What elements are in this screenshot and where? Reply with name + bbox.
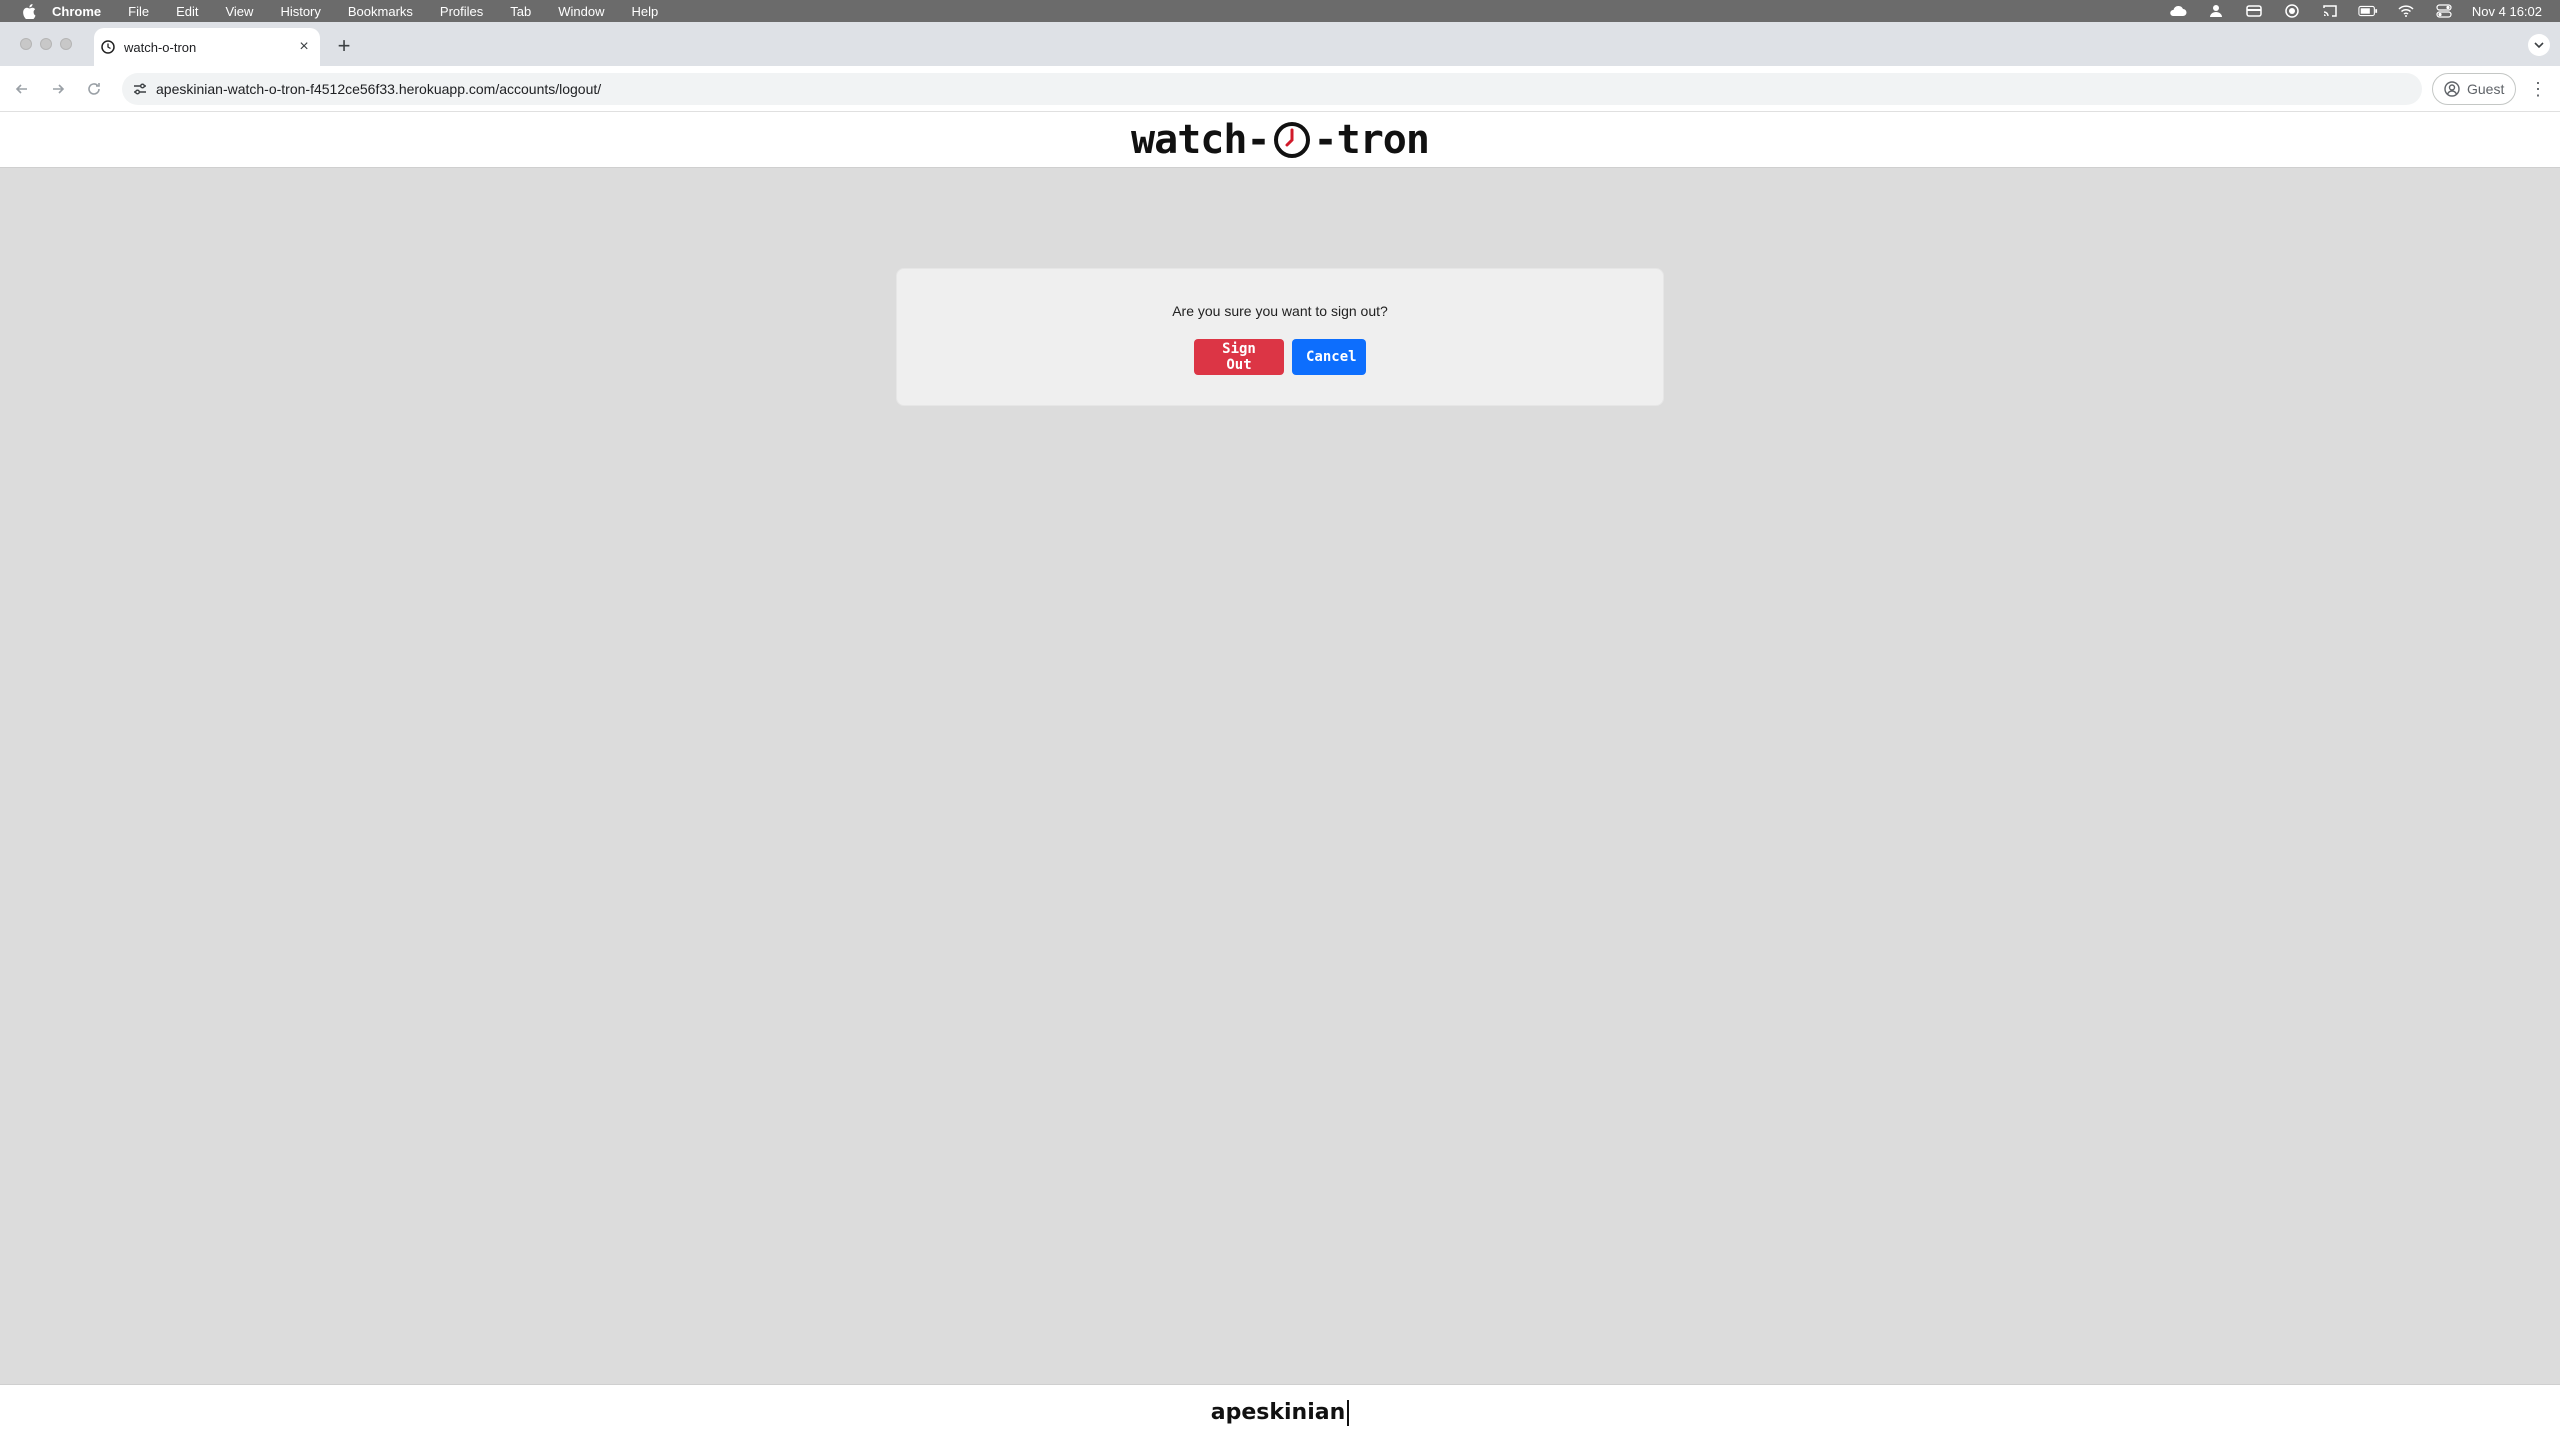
site-footer: apeskinian: [0, 1384, 2560, 1440]
footer-username: apeskinian: [1210, 1399, 1350, 1426]
profile-label: Guest: [2467, 81, 2505, 97]
tab-title: watch-o-tron: [124, 39, 197, 55]
apple-icon[interactable]: [20, 2, 38, 20]
cancel-button[interactable]: Cancel: [1292, 339, 1366, 375]
minimize-window-button[interactable]: [40, 38, 52, 50]
menu-edit[interactable]: Edit: [176, 4, 198, 19]
site-header: watch- -tron: [0, 112, 2560, 168]
dialog-actions: Sign Out Cancel: [897, 339, 1663, 375]
new-tab-icon[interactable]: +: [332, 33, 356, 58]
record-icon[interactable]: [2282, 4, 2302, 18]
zoom-window-button[interactable]: [60, 38, 72, 50]
logo-text-left: watch-: [1131, 116, 1270, 163]
signout-confirm-card: Are you sure you want to sign out? Sign …: [896, 268, 1664, 406]
sign-out-button[interactable]: Sign Out: [1194, 339, 1284, 375]
user-cloud-icon[interactable]: [2206, 4, 2226, 18]
browser-tab-strip: watch-o-tron × +: [0, 22, 2560, 66]
clock-favicon-icon: [100, 39, 116, 55]
logo-text-right: -tron: [1313, 116, 1430, 163]
reload-icon[interactable]: [82, 77, 106, 101]
wifi-icon[interactable]: [2396, 4, 2416, 18]
main-content: Are you sure you want to sign out? Sign …: [0, 168, 2560, 1384]
window-controls: [20, 38, 80, 50]
menubar-clock[interactable]: Nov 4 16:02: [2472, 4, 2542, 19]
battery-icon[interactable]: [2358, 4, 2378, 18]
menu-window[interactable]: Window: [558, 4, 604, 19]
cast-icon[interactable]: [2320, 4, 2340, 18]
browser-toolbar: apeskinian-watch-o-tron-f4512ce56f33.her…: [0, 66, 2560, 112]
menu-app-chrome[interactable]: Chrome: [52, 4, 101, 19]
guest-profile-icon: [2443, 80, 2461, 98]
menubar-status-area: Nov 4 16:02: [2168, 0, 2560, 22]
menu-history[interactable]: History: [280, 4, 320, 19]
tab-search-icon[interactable]: [2528, 34, 2550, 56]
signout-question: Are you sure you want to sign out?: [1172, 303, 1388, 319]
browser-menu-icon[interactable]: ⋮: [2528, 77, 2548, 101]
control-center-icon[interactable]: [2434, 4, 2454, 18]
text-cursor: [1347, 1399, 1350, 1426]
menu-profiles[interactable]: Profiles: [440, 4, 483, 19]
tab-watch-o-tron[interactable]: watch-o-tron ×: [94, 28, 320, 66]
mac-menu-bar: Chrome File Edit View History Bookmarks …: [0, 0, 2560, 22]
url-text: apeskinian-watch-o-tron-f4512ce56f33.her…: [156, 81, 602, 97]
cloud-icon[interactable]: [2168, 4, 2188, 18]
clock-logo-icon: [1272, 120, 1312, 160]
close-tab-icon[interactable]: ×: [294, 37, 314, 57]
card-icon[interactable]: [2244, 4, 2264, 18]
back-arrow-icon[interactable]: [10, 77, 34, 101]
forward-arrow-icon[interactable]: [46, 77, 70, 101]
address-bar[interactable]: apeskinian-watch-o-tron-f4512ce56f33.her…: [122, 73, 2422, 105]
close-window-button[interactable]: [20, 38, 32, 50]
username-text: apeskinian: [1210, 1399, 1346, 1425]
profile-guest-button[interactable]: Guest: [2432, 73, 2516, 105]
menu-tab[interactable]: Tab: [510, 4, 531, 19]
menu-bookmarks[interactable]: Bookmarks: [348, 4, 413, 19]
site-logo[interactable]: watch- -tron: [1131, 116, 1430, 163]
menu-file[interactable]: File: [128, 4, 149, 19]
site-info-icon[interactable]: [130, 79, 150, 99]
menu-help[interactable]: Help: [632, 4, 659, 19]
menu-view[interactable]: View: [225, 4, 253, 19]
